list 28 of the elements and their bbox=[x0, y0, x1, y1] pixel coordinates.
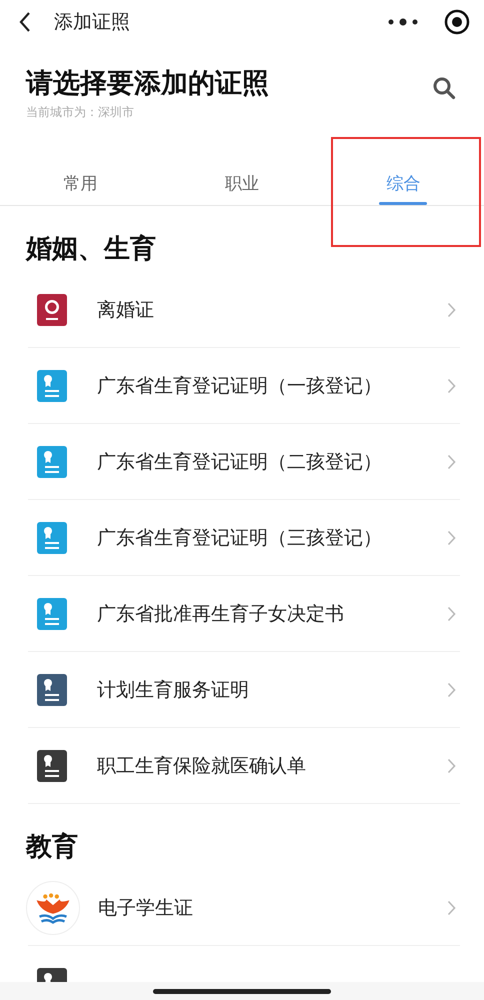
back-icon[interactable] bbox=[18, 11, 32, 33]
list-item[interactable]: 广东省生育登记证明（三孩登记） bbox=[28, 500, 460, 576]
tab-indicator bbox=[379, 202, 428, 205]
section-heading: 教育 bbox=[24, 831, 79, 864]
list-item[interactable]: 计划生育服务证明 bbox=[28, 652, 460, 728]
more-icon[interactable] bbox=[386, 17, 420, 27]
chevron-icon bbox=[447, 758, 456, 774]
list-item[interactable]: 离婚证 bbox=[28, 272, 460, 348]
list-item[interactable]: 电子学生证 bbox=[28, 870, 460, 946]
city-label: 当前城市为：深圳市 bbox=[26, 104, 135, 121]
list-item[interactable]: 广东省生育登记证明（一孩登记） bbox=[28, 348, 460, 424]
heading: 请选择要添加的证照 bbox=[26, 67, 270, 101]
list-item[interactable]: 职工生育保险就医确认单 bbox=[28, 728, 460, 804]
chevron-icon bbox=[447, 378, 456, 394]
page-title: 添加证照 bbox=[54, 10, 131, 35]
chevron-icon bbox=[447, 900, 456, 916]
search-icon[interactable] bbox=[432, 76, 456, 100]
chevron-icon bbox=[447, 302, 456, 318]
chevron-icon bbox=[447, 682, 456, 698]
tab[interactable]: 职业 bbox=[216, 143, 267, 205]
chevron-icon bbox=[447, 454, 456, 470]
chevron-icon bbox=[447, 530, 456, 546]
chevron-icon bbox=[447, 606, 456, 622]
emblem-icon bbox=[26, 880, 80, 934]
list-item[interactable]: 广东省生育登记证明（二孩登记） bbox=[28, 424, 460, 500]
list-item[interactable]: 广东省批准再生育子女决定书 bbox=[28, 576, 460, 652]
section-heading: 婚姻、生育 bbox=[24, 233, 157, 266]
tab[interactable]: 常用 bbox=[56, 143, 106, 205]
